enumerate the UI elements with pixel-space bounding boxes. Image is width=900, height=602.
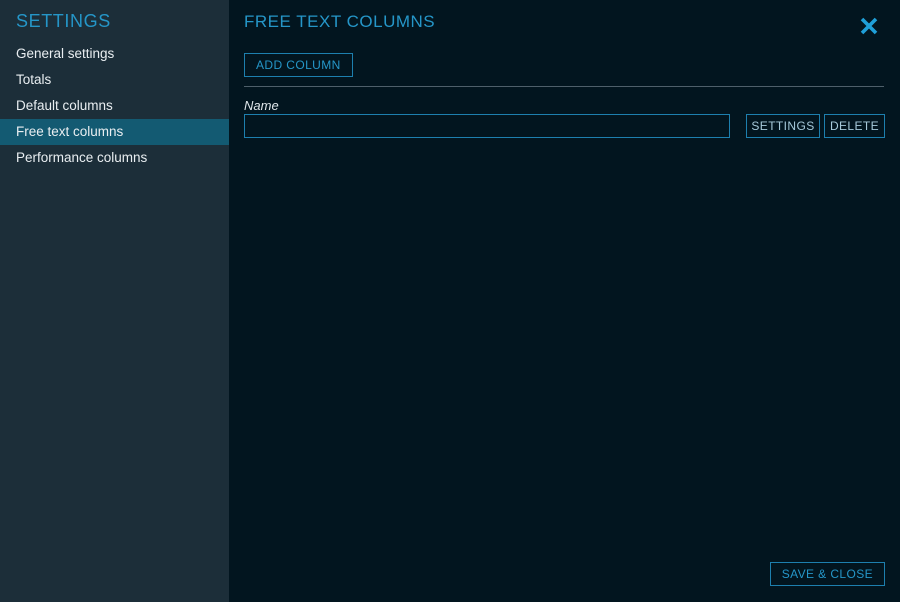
sidebar-item-totals[interactable]: Totals [0,67,229,93]
column-delete-button[interactable]: DELETE [824,114,885,138]
settings-window: SETTINGS General settings Totals Default… [0,0,900,602]
sidebar-item-default-columns[interactable]: Default columns [0,93,229,119]
close-icon[interactable] [858,15,880,37]
add-column-button[interactable]: ADD COLUMN [244,53,353,77]
divider [244,86,884,87]
sidebar: SETTINGS General settings Totals Default… [0,0,229,602]
name-label: Name [244,98,279,113]
sidebar-item-free-text-columns[interactable]: Free text columns [0,119,229,145]
sidebar-item-performance-columns[interactable]: Performance columns [0,145,229,171]
main-panel: FREE TEXT COLUMNS ADD COLUMN Name SETTIN… [229,0,900,602]
column-settings-button[interactable]: SETTINGS [746,114,820,138]
sidebar-nav: General settings Totals Default columns … [0,41,229,171]
sidebar-item-general-settings[interactable]: General settings [0,41,229,67]
save-close-button[interactable]: SAVE & CLOSE [770,562,885,586]
panel-title: FREE TEXT COLUMNS [244,12,435,32]
sidebar-title: SETTINGS [16,11,111,32]
name-input[interactable] [244,114,730,138]
